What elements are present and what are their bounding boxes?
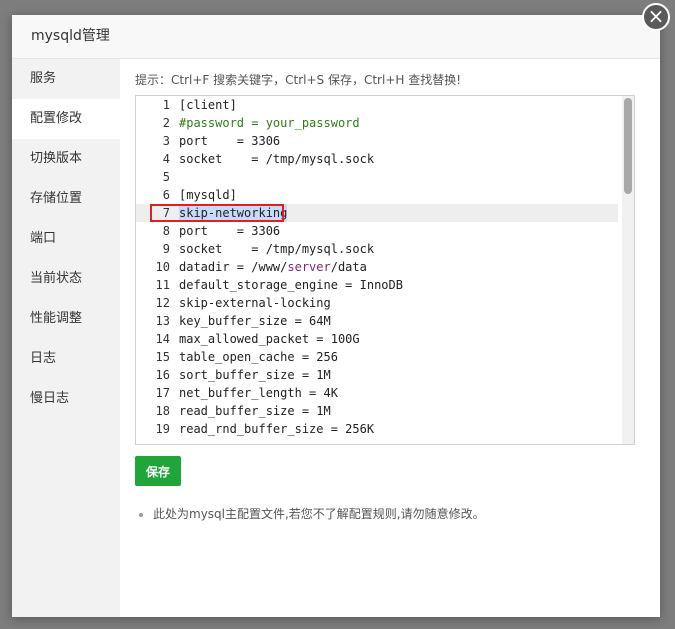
- sidebar: 服务 配置修改 切换版本 存储位置 端口 当前状态 性能调整 日志 慢日志: [12, 59, 120, 617]
- sidebar-item-storage[interactable]: 存储位置: [12, 179, 120, 219]
- scrollbar-thumb[interactable]: [624, 98, 632, 194]
- sidebar-item-port[interactable]: 端口: [12, 219, 120, 259]
- sidebar-item-config[interactable]: 配置修改: [12, 99, 120, 139]
- save-button[interactable]: 保存: [135, 456, 181, 486]
- line-text: port = 3306: [179, 224, 281, 238]
- line-number: 17: [155, 386, 170, 400]
- code-line[interactable]: 17 net_buffer_length = 4K: [136, 384, 618, 402]
- annotation-highlight-box: [150, 204, 284, 222]
- editor-tip: 提示：Ctrl+F 搜索关键字，Ctrl+S 保存，Ctrl+H 查找替换!: [135, 73, 462, 87]
- line-text: #password = your_password: [179, 116, 360, 130]
- line-text: read_rnd_buffer_size = 256K: [179, 422, 375, 436]
- line-number: 4: [162, 152, 170, 166]
- line-number: 19: [155, 422, 170, 436]
- line-text: [mysqld]: [179, 188, 237, 202]
- sidebar-item-status[interactable]: 当前状态: [12, 259, 120, 299]
- code-line[interactable]: 8 port = 3306: [136, 222, 618, 240]
- code-line[interactable]: 4 socket = /tmp/mysql.sock: [136, 150, 618, 168]
- code-line[interactable]: 13 key_buffer_size = 64M: [136, 312, 618, 330]
- line-text: socket = /tmp/mysql.sock: [179, 242, 375, 256]
- line-text: port = 3306: [179, 134, 281, 148]
- code-line[interactable]: 18 read_buffer_size = 1M: [136, 402, 618, 420]
- line-number: 12: [155, 296, 170, 310]
- sidebar-item-service[interactable]: 服务: [12, 59, 120, 99]
- line-number: 5: [162, 170, 170, 184]
- line-number: 10: [155, 260, 170, 274]
- line-text: read_buffer_size = 1M: [179, 404, 331, 418]
- close-icon[interactable]: ×: [642, 3, 670, 31]
- sidebar-item-log[interactable]: 日志: [12, 339, 120, 379]
- code-lines[interactable]: 1 [client] 2 #password = your_password 3 po…: [136, 96, 618, 438]
- code-line[interactable]: 2 #password = your_password: [136, 114, 618, 132]
- line-text: datadir = /www/server/data: [179, 260, 367, 274]
- line-number: 18: [155, 404, 170, 418]
- line-number: 8: [162, 224, 170, 238]
- editor-scrollbar[interactable]: [622, 96, 634, 444]
- config-note: 此处为mysql主配置文件,若您不了解配置规则,请勿随意修改。: [135, 505, 635, 522]
- line-number: 16: [155, 368, 170, 382]
- line-text: socket = /tmp/mysql.sock: [179, 152, 375, 166]
- code-line[interactable]: 16 sort_buffer_size = 1M: [136, 366, 618, 384]
- code-line[interactable]: 14 max_allowed_packet = 100G: [136, 330, 618, 348]
- line-text: skip-external-locking: [179, 296, 331, 310]
- dialog-title: mysqld管理: [12, 15, 660, 59]
- line-number: 14: [155, 332, 170, 346]
- config-panel: 提示：Ctrl+F 搜索关键字，Ctrl+S 保存，Ctrl+H 查找替换! 1…: [135, 59, 635, 522]
- line-text: [client]: [179, 98, 237, 112]
- sidebar-item-switch-version[interactable]: 切换版本: [12, 139, 120, 179]
- bullet-icon: [139, 512, 143, 517]
- line-text: max_allowed_packet = 100G: [179, 332, 360, 346]
- code-line[interactable]: 12 skip-external-locking: [136, 294, 618, 312]
- path-keyword: server: [287, 260, 331, 274]
- line-text: table_open_cache = 256: [179, 350, 338, 364]
- line-text: sort_buffer_size = 1M: [179, 368, 331, 382]
- line-number: 15: [155, 350, 170, 364]
- line-text: default_storage_engine = InnoDB: [179, 278, 403, 292]
- line-number: 1: [162, 98, 170, 112]
- code-line[interactable]: 6 [mysqld]: [136, 186, 618, 204]
- sidebar-item-performance[interactable]: 性能调整: [12, 299, 120, 339]
- note-text: 此处为mysql主配置文件,若您不了解配置规则,请勿随意修改。: [153, 507, 485, 521]
- line-number: 2: [162, 116, 170, 130]
- code-line[interactable]: 10 datadir = /www/server/data: [136, 258, 618, 276]
- line-number: 9: [162, 242, 170, 256]
- line-text: key_buffer_size = 64M: [179, 314, 331, 328]
- code-editor[interactable]: 1 [client] 2 #password = your_password 3 po…: [135, 95, 635, 445]
- code-line[interactable]: 3 port = 3306: [136, 132, 618, 150]
- code-line[interactable]: 11 default_storage_engine = InnoDB: [136, 276, 618, 294]
- line-number: 6: [162, 188, 170, 202]
- line-number: 11: [155, 278, 170, 292]
- code-line[interactable]: 5: [136, 168, 618, 186]
- sidebar-item-slow-log[interactable]: 慢日志: [12, 379, 120, 419]
- line-text: net_buffer_length = 4K: [179, 386, 338, 400]
- code-line[interactable]: 15 table_open_cache = 256: [136, 348, 618, 366]
- code-line[interactable]: 1 [client]: [136, 96, 618, 114]
- line-number: 3: [162, 134, 170, 148]
- line-number: 13: [155, 314, 170, 328]
- code-line[interactable]: 9 socket = /tmp/mysql.sock: [136, 240, 618, 258]
- code-line[interactable]: 19 read_rnd_buffer_size = 256K: [136, 420, 618, 438]
